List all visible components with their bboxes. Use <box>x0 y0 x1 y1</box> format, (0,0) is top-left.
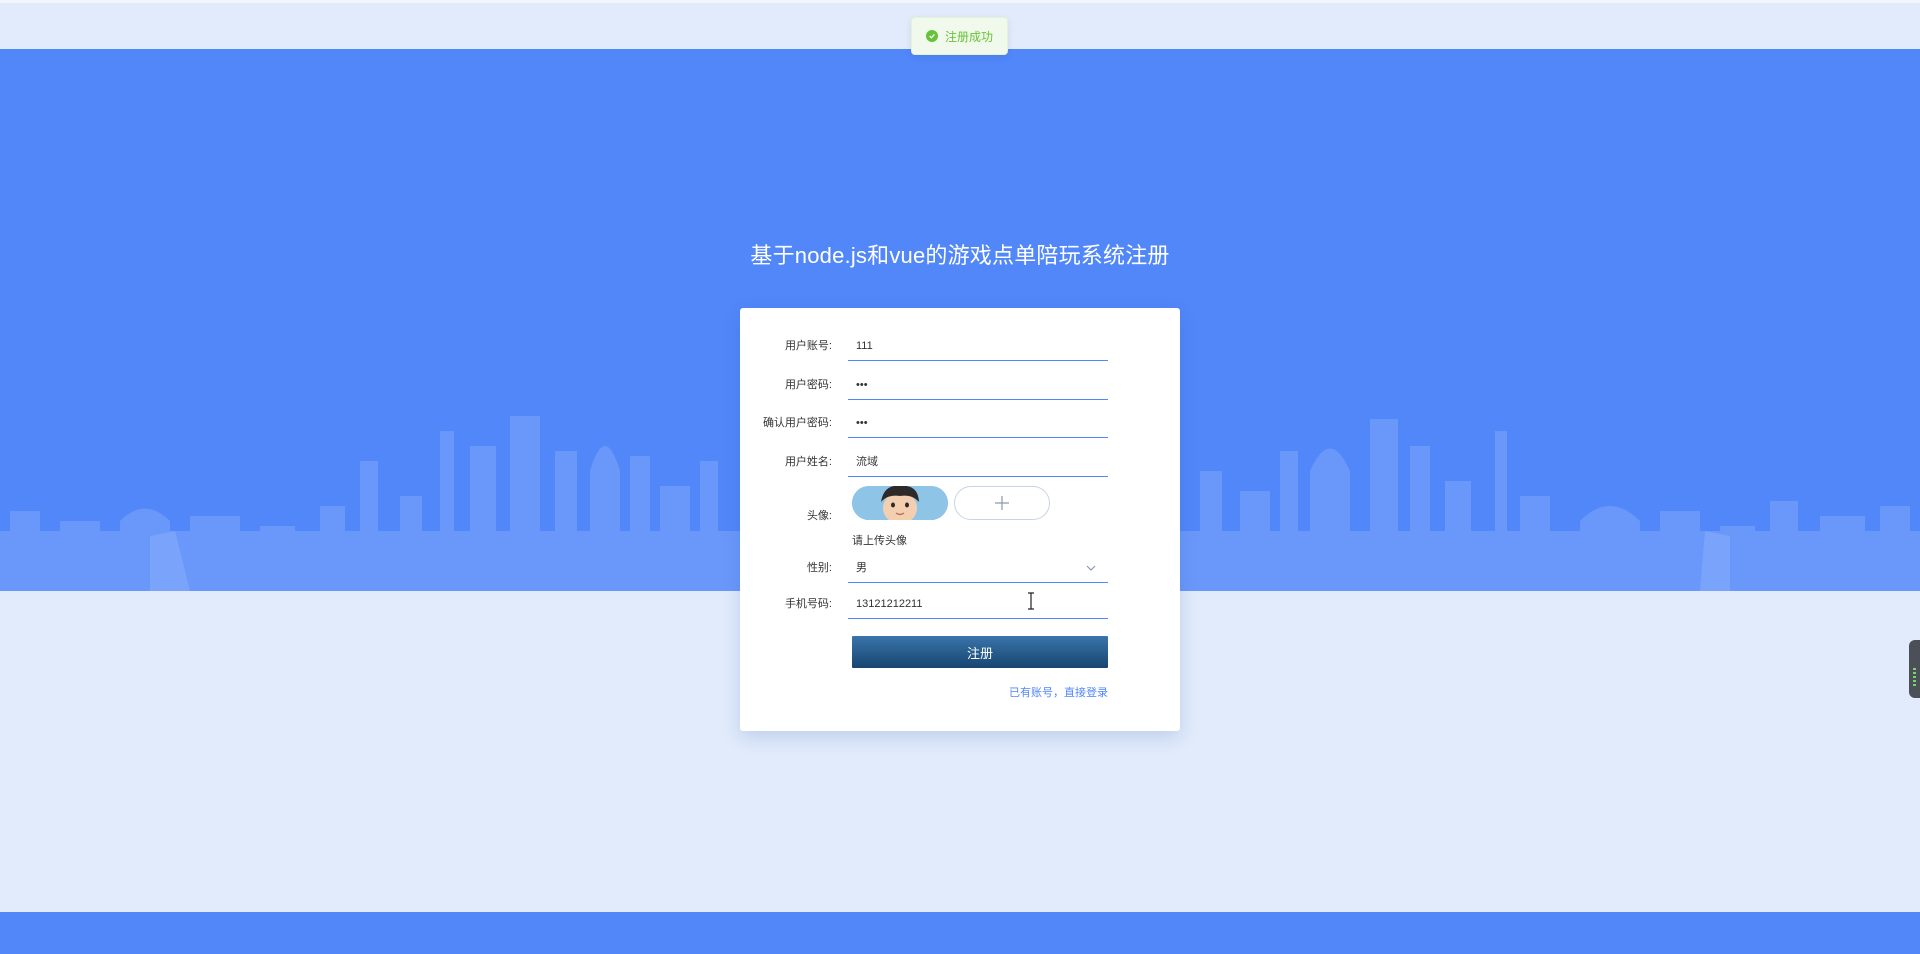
login-link[interactable]: 已有账号，直接登录 <box>1009 684 1108 700</box>
register-form-card: 用户账号: 用户密码: 确认用户密码: 用户姓名: 头像: 请上传头像 性别: <box>740 308 1180 731</box>
top-line <box>0 0 1920 3</box>
phone-row: 手机号码: <box>740 589 1180 619</box>
gender-row: 性别: 男 <box>740 553 1180 583</box>
success-toast: 注册成功 <box>911 17 1008 55</box>
password-row: 用户密码: <box>740 370 1180 400</box>
gender-select[interactable]: 男 <box>848 553 1108 583</box>
avatar-label: 头像: <box>806 510 832 522</box>
text-cursor-icon <box>1028 592 1034 610</box>
account-row: 用户账号: <box>740 331 1180 361</box>
register-button[interactable]: 注册 <box>852 636 1108 668</box>
confirm-password-row: 确认用户密码: <box>740 408 1180 438</box>
phone-label: 手机号码: <box>784 598 832 610</box>
account-input[interactable] <box>848 331 1108 361</box>
real-name-input[interactable] <box>848 447 1108 477</box>
check-circle-icon <box>925 30 938 42</box>
real-name-label: 用户姓名: <box>784 456 832 468</box>
real-name-row: 用户姓名: <box>740 447 1180 477</box>
gender-selected-value: 男 <box>856 562 867 574</box>
avatar-image[interactable] <box>852 486 948 520</box>
gender-label: 性别: <box>806 562 832 574</box>
plus-icon <box>995 496 1009 510</box>
confirm-password-input[interactable] <box>848 408 1108 438</box>
password-label: 用户密码: <box>784 379 832 391</box>
side-panel-handle[interactable] <box>1909 640 1920 698</box>
chevron-down-icon[interactable] <box>1084 561 1098 575</box>
toast-message: 注册成功 <box>944 29 993 44</box>
page-title: 基于node.js和vue的游戏点单陪玩系统注册 <box>750 243 1170 268</box>
account-label: 用户账号: <box>784 340 832 352</box>
password-input[interactable] <box>848 370 1108 400</box>
avatar-upload-hint: 请上传头像 <box>852 535 907 547</box>
grip-icon <box>1913 668 1916 686</box>
footer-bar <box>0 912 1920 954</box>
confirm-password-label: 确认用户密码: <box>762 417 832 429</box>
phone-input[interactable] <box>848 589 1108 619</box>
avatar-upload-button[interactable] <box>954 486 1050 520</box>
avatar-cartoon-icon <box>852 486 948 520</box>
